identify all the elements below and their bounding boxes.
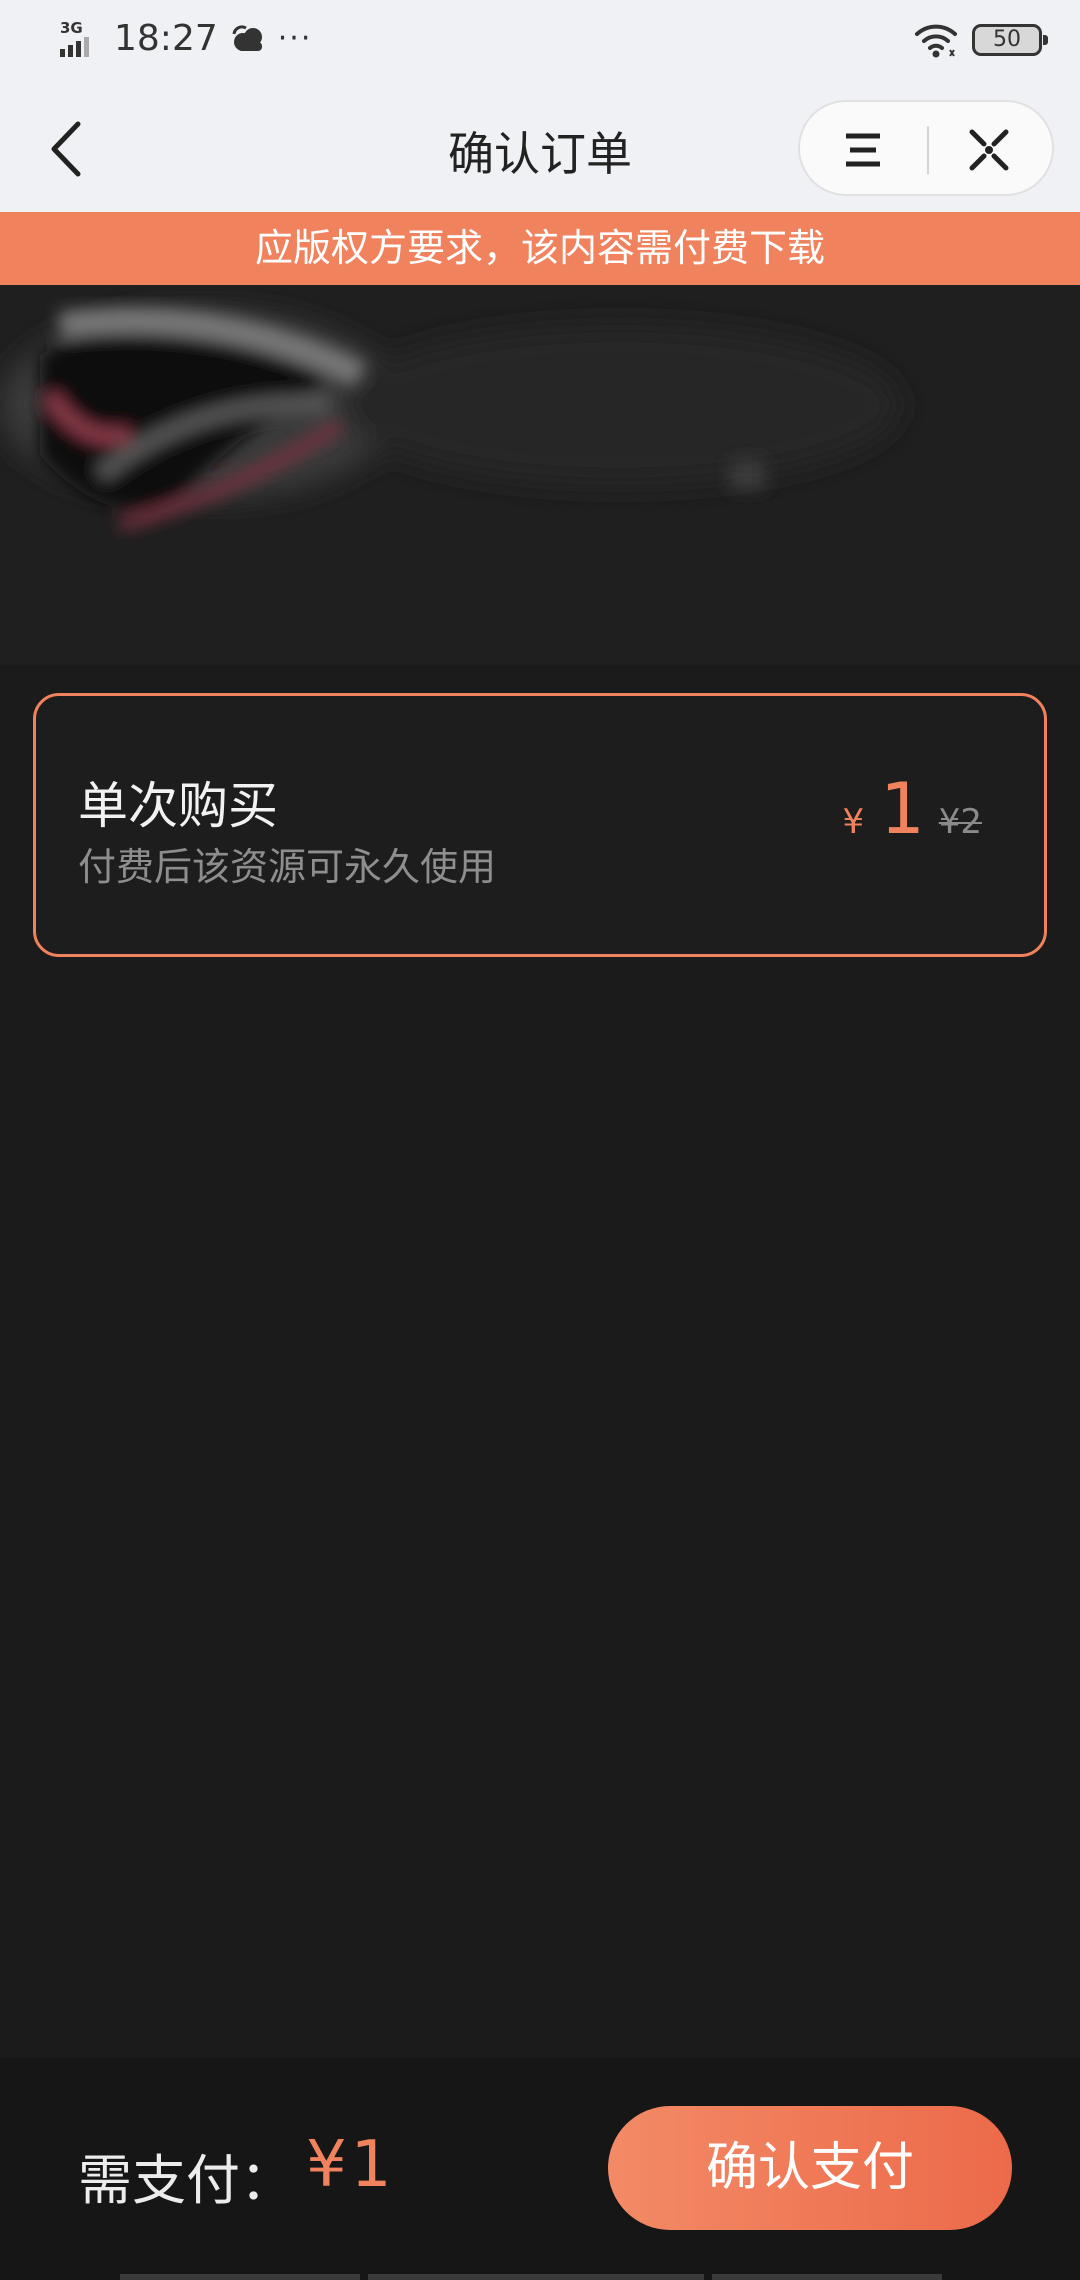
status-time: 18:27 xyxy=(114,18,218,59)
price-box: ¥ 1 ¥2 xyxy=(843,768,982,850)
pay-label: 需支付： xyxy=(78,2149,294,2212)
menu-icon[interactable] xyxy=(828,118,898,182)
status-right: 50 xyxy=(914,22,1048,58)
payment-bar: 需支付： ¥1 确认支付 xyxy=(0,2058,1080,2280)
battery-level: 50 xyxy=(993,27,1021,52)
close-target-icon[interactable] xyxy=(954,118,1024,182)
weather-cloud-icon xyxy=(232,24,262,51)
option-description: 付费后该资源可永久使用 xyxy=(78,845,497,889)
copyright-notice: 应版权方要求，该内容需付费下载 xyxy=(0,212,1080,285)
option-title: 单次购买 xyxy=(78,777,278,835)
status-left: 3G 18:27 ··· xyxy=(58,18,312,59)
currency-symbol: ¥ xyxy=(842,802,865,842)
mini-program-capsule xyxy=(798,100,1054,196)
original-price: ¥2 xyxy=(938,802,982,842)
cover-image xyxy=(0,285,1080,665)
pay-amount: ¥1 xyxy=(306,2128,396,2202)
current-price: 1 xyxy=(880,768,925,850)
battery-icon: 50 xyxy=(972,24,1048,56)
blurred-artwork xyxy=(0,285,1080,665)
confirm-payment-button[interactable]: 确认支付 xyxy=(608,2106,1012,2230)
capsule-divider xyxy=(927,126,929,174)
bottom-strip xyxy=(120,2274,942,2280)
signal-icon: 3G xyxy=(58,19,104,59)
status-bar: 3G 18:27 ··· 50 xyxy=(0,0,1080,90)
more-notifications-icon: ··· xyxy=(277,20,313,56)
network-type: 3G xyxy=(60,18,83,37)
nav-bar: 确认订单 xyxy=(0,90,1080,212)
wifi-icon xyxy=(915,24,957,58)
single-purchase-option[interactable]: 单次购买 付费后该资源可永久使用 ¥ 1 ¥2 xyxy=(33,693,1047,957)
order-confirm-page: 3G 18:27 ··· 50 确认订单 应版权方要求，该内容需付费下载 单次购… xyxy=(0,0,1080,2280)
